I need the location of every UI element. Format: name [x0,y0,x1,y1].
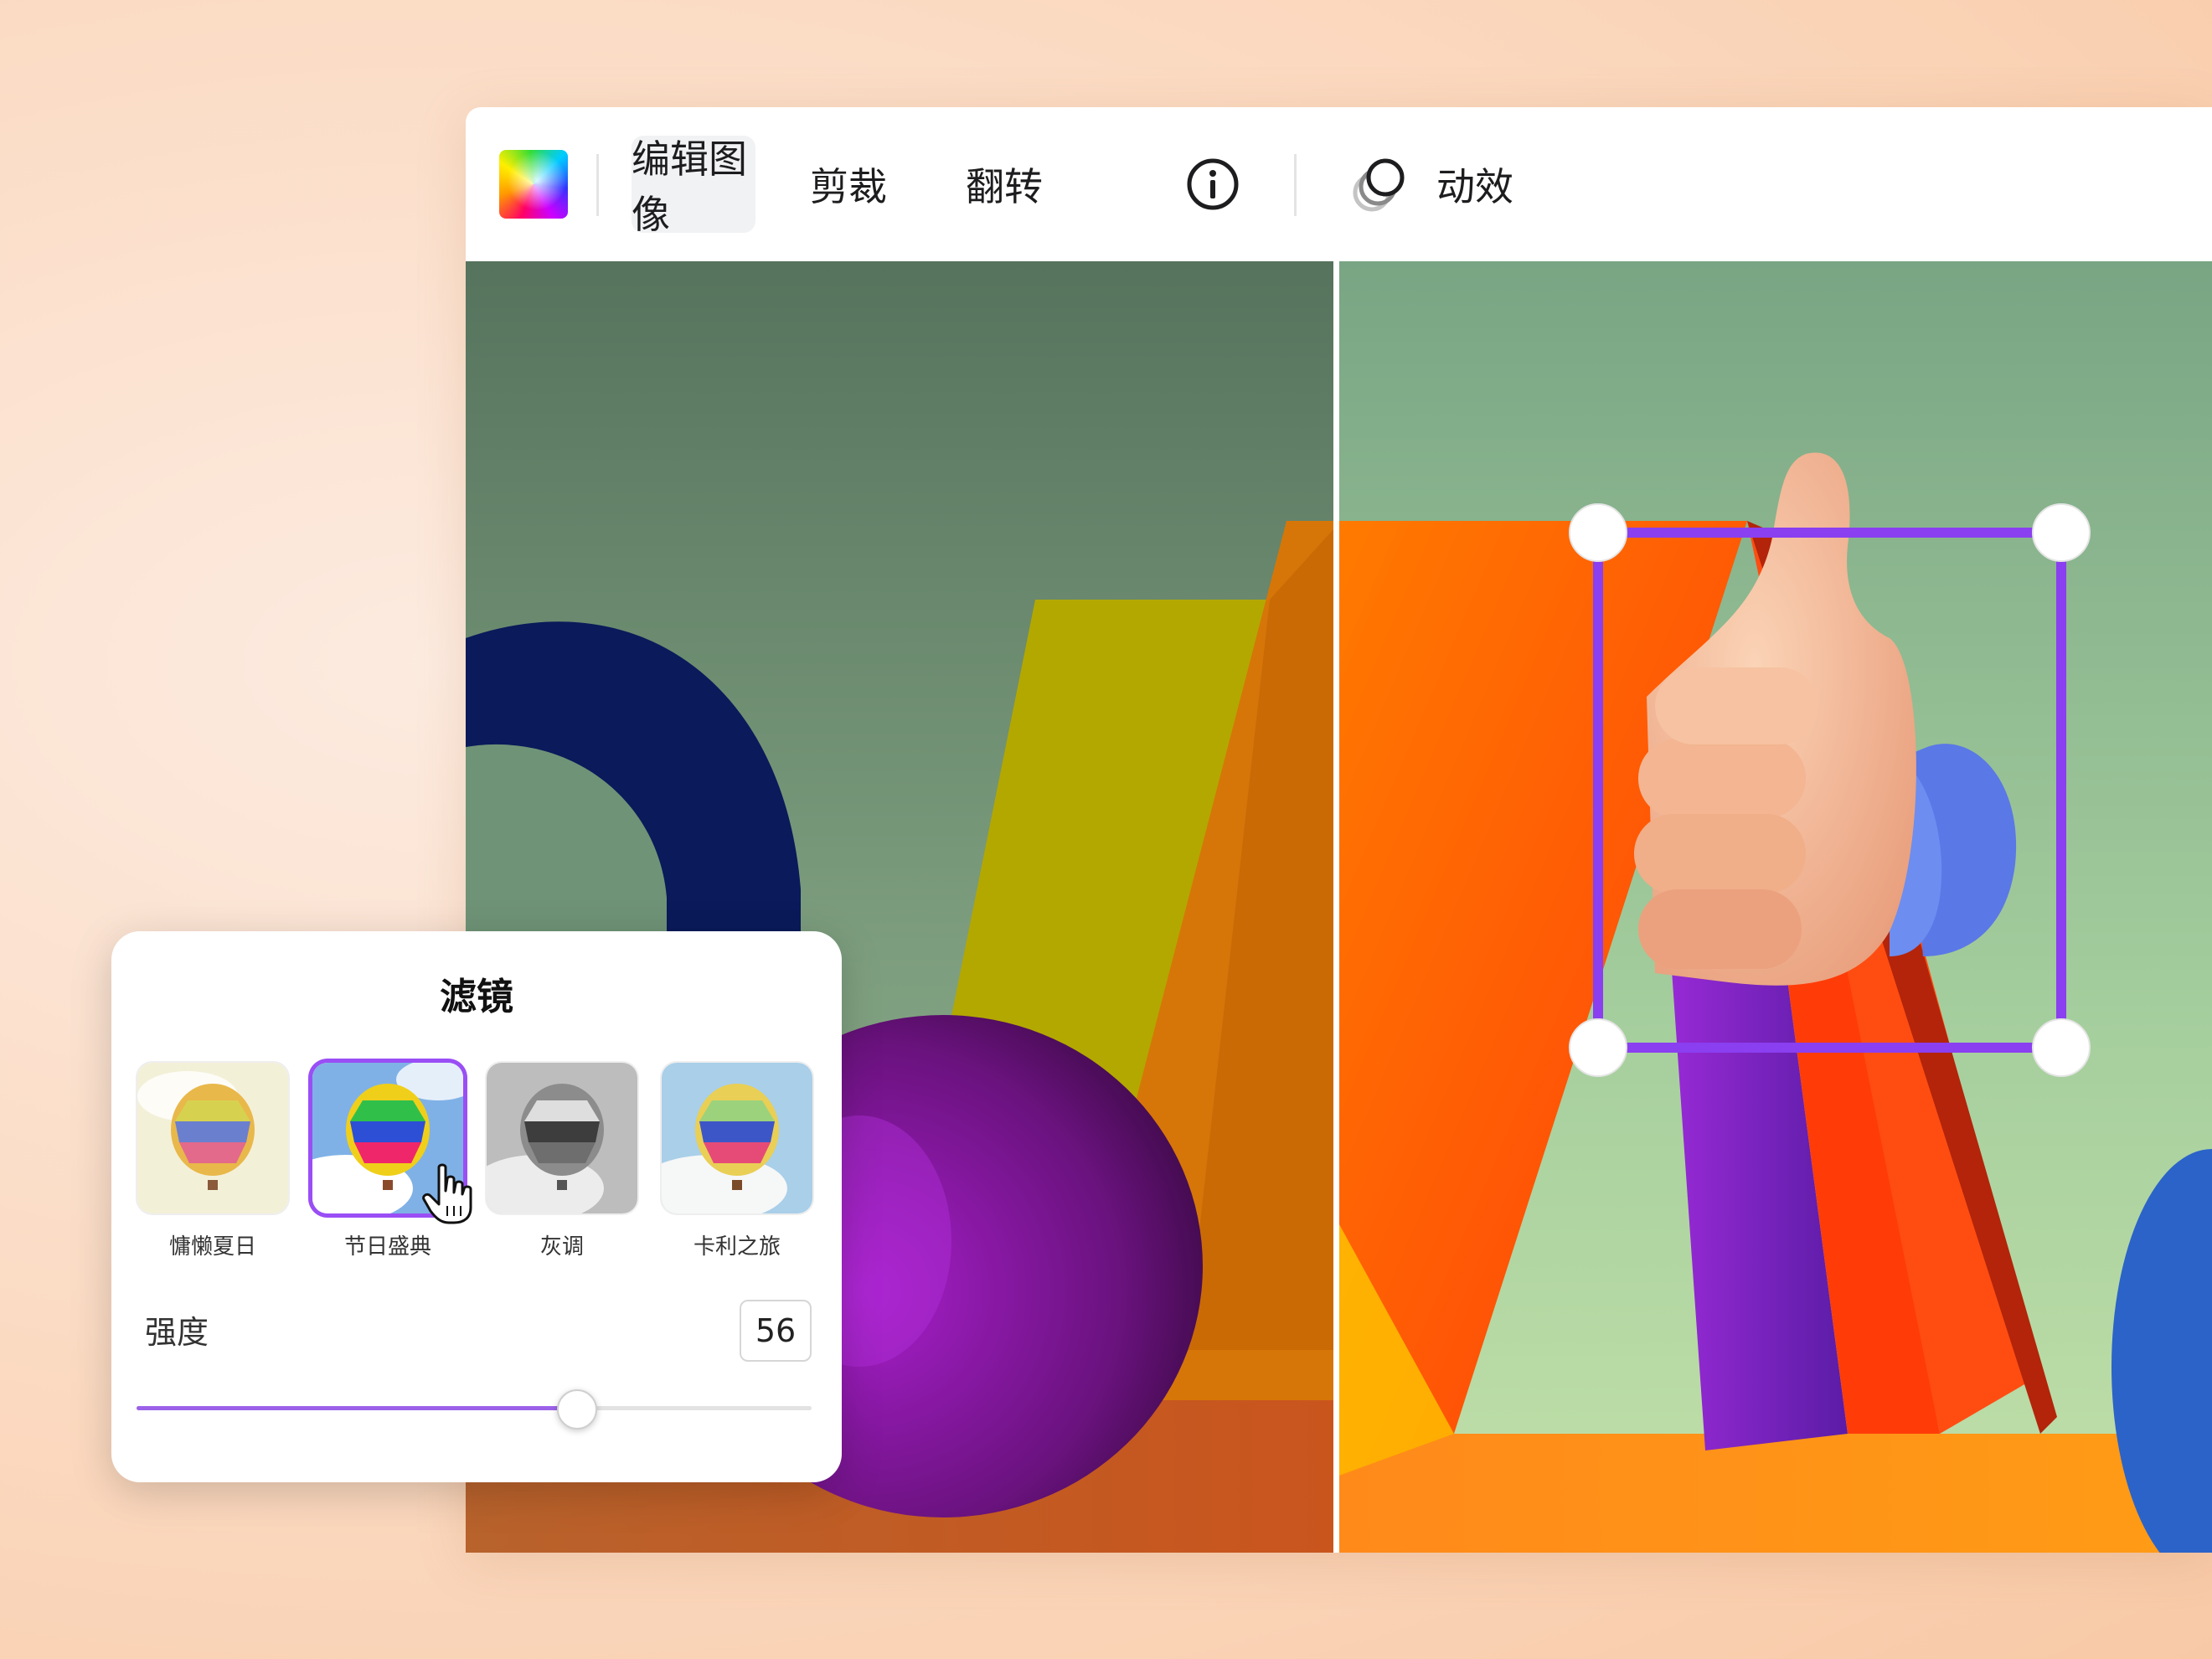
filter-thumb-lazy-summer[interactable] [137,1063,288,1213]
filter-thumb-cali-trip[interactable] [662,1063,812,1213]
crop-label: 剪裁 [810,164,887,209]
toolbar: 编辑图像 剪裁 翻转 动效 [466,107,2212,261]
resize-handle-top-right [2032,503,2091,562]
filter-thumb-gray[interactable] [487,1063,637,1213]
hand-cursor-icon [422,1163,472,1224]
motion-icon[interactable] [1352,156,1409,213]
resize-handle-top-left [1569,503,1627,562]
slider-thumb[interactable] [556,1389,597,1430]
toolbar-divider [596,154,599,216]
edit-image-button[interactable]: 编辑图像 [632,136,755,237]
motion-label: 动效 [1436,164,1513,209]
strength-slider[interactable] [137,1389,812,1430]
flip-label: 翻转 [966,164,1043,209]
filter-label: 卡利之旅 [693,1234,781,1260]
strength-label: 强度 [145,1314,209,1351]
filter-label: 慵懒夏日 [168,1234,256,1260]
motion-button[interactable]: 动效 [1421,136,1529,233]
toolbar-divider [1294,154,1297,216]
resize-handle-bottom-left [1569,1018,1627,1077]
resize-handle-bottom-right [2032,1018,2091,1077]
filter-label: 灰调 [539,1234,584,1260]
edit-image-label: 编辑图像 [632,137,747,237]
crop-button[interactable]: 剪裁 [786,136,911,233]
comparison-divider[interactable] [1333,261,1339,1553]
flip-button[interactable]: 翻转 [941,136,1067,233]
color-palette-icon[interactable] [499,150,568,219]
filter-label: 节日盛典 [343,1234,431,1260]
slider-fill [137,1406,575,1410]
panel-title: 滤镜 [440,976,513,1018]
strength-value: 56 [755,1312,797,1349]
strength-value-field[interactable]: 56 [740,1300,812,1362]
info-icon[interactable] [1186,157,1240,211]
